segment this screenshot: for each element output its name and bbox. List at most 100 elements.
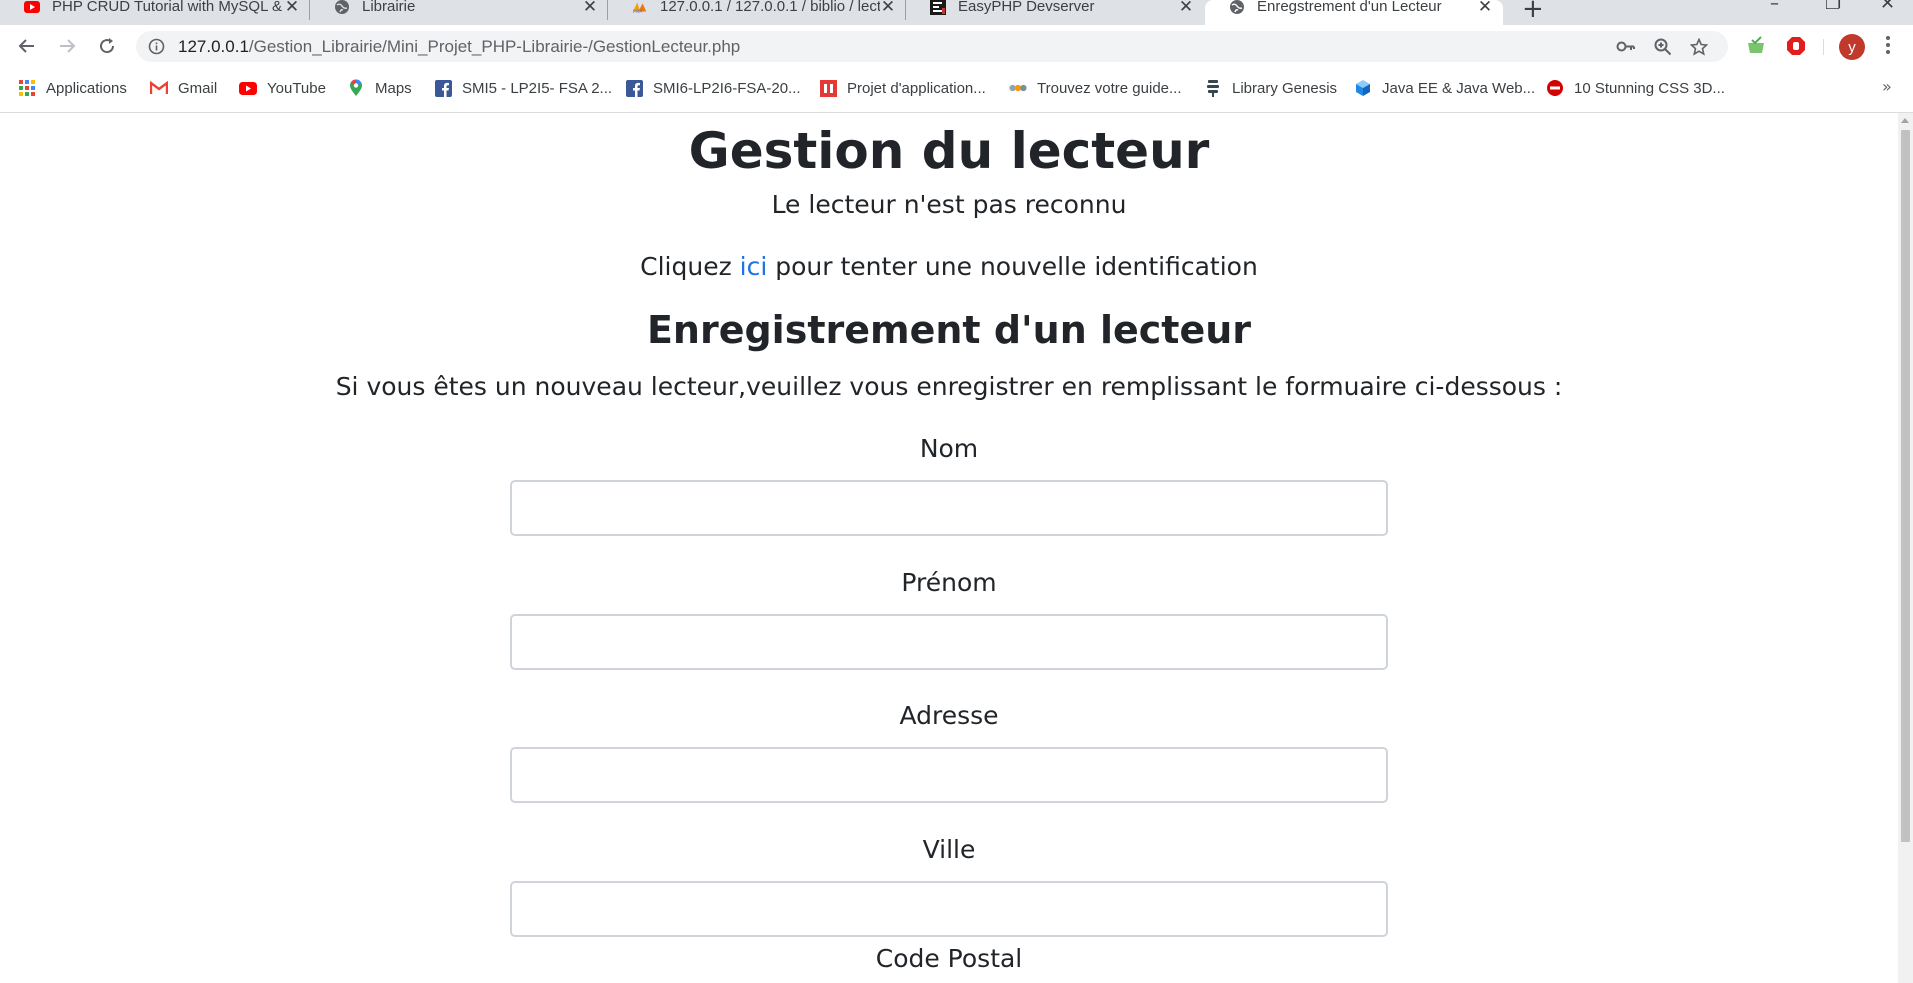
ville-label: Ville: [922, 835, 976, 864]
bookmark-css3d[interactable]: 10 Stunning CSS 3D...: [1546, 79, 1725, 97]
bookmark-projet[interactable]: Projet d'application...: [819, 79, 986, 97]
address-bar[interactable]: 127.0.0.1/Gestion_Librairie/Mini_Projet_…: [136, 31, 1728, 62]
bookmark-label: Maps: [375, 79, 412, 97]
zoom-icon[interactable]: [1654, 38, 1672, 60]
tab-librairie[interactable]: Librairie ✕: [310, 0, 608, 25]
url-text[interactable]: 127.0.0.1/Gestion_Librairie/Mini_Projet_…: [178, 37, 740, 57]
tab-title: Enregstrement d'un Lecteur: [1257, 0, 1442, 15]
tab-easyphp[interactable]: EasyPHP Devserver ✕: [906, 0, 1204, 25]
bookmarks-overflow-button[interactable]: »: [1882, 77, 1892, 96]
back-arrow-icon: [18, 39, 34, 53]
key-icon[interactable]: [1616, 38, 1636, 59]
bookmark-label: Java EE & Java Web...: [1382, 79, 1536, 97]
youtube-icon: [24, 0, 40, 15]
profile-avatar[interactable]: y: [1839, 34, 1865, 60]
extension-inbox-icon[interactable]: [1746, 36, 1766, 58]
tab-title: 127.0.0.1 / 127.0.0.1 / biblio / lect: [660, 0, 880, 15]
maps-icon: [347, 79, 365, 97]
prenom-input[interactable]: [510, 614, 1388, 670]
bookmark-smi6[interactable]: SMI6-LP2I6-FSA-20...: [625, 79, 801, 97]
prenom-label: Prénom: [901, 568, 997, 597]
forward-button[interactable]: [54, 33, 80, 59]
bookmark-smi5[interactable]: SMI5 - LP2I5- FSA 2...: [434, 79, 612, 97]
restore-icon[interactable]: ❐: [1825, 0, 1841, 14]
page-content: Gestion du lecteur Le lecteur n'est pas …: [0, 113, 1898, 983]
page-scrollbar[interactable]: [1898, 113, 1913, 983]
easyphp-icon: [930, 0, 946, 15]
facebook-icon: [625, 79, 643, 97]
info-icon[interactable]: [148, 38, 165, 59]
tab-title: Librairie: [362, 0, 416, 15]
back-button[interactable]: [14, 33, 40, 59]
library-genesis-icon: [1204, 79, 1222, 97]
tab-phpmyadmin[interactable]: PMA 127.0.0.1 / 127.0.0.1 / biblio / lec…: [608, 0, 906, 25]
bookmark-label: Gmail: [178, 79, 218, 97]
register-title: Enregistrement d'un lecteur: [646, 308, 1252, 352]
youtube-icon: [239, 79, 257, 97]
projet-icon: [819, 79, 837, 97]
bookmark-gmail[interactable]: Gmail: [150, 79, 217, 97]
bookmark-library-genesis[interactable]: Library Genesis: [1204, 79, 1337, 97]
window-close-icon[interactable]: ✕: [1880, 0, 1895, 14]
apps-grid-icon: [18, 79, 36, 97]
bookmark-maps[interactable]: Maps: [347, 79, 412, 97]
close-icon[interactable]: ✕: [284, 0, 300, 17]
forward-arrow-icon: [60, 39, 76, 53]
svg-text:PMA: PMA: [633, 9, 643, 14]
bookmark-youtube[interactable]: YouTube: [239, 79, 326, 97]
nom-label: Nom: [919, 434, 979, 463]
phpmyadmin-icon: PMA: [632, 0, 648, 15]
code-postal-label: Code Postal: [875, 944, 1023, 973]
scroll-up-arrow-icon[interactable]: [1901, 118, 1909, 123]
close-icon[interactable]: ✕: [880, 0, 896, 17]
star-bookmark-icon[interactable]: [1689, 37, 1709, 60]
tab-title: PHP CRUD Tutorial with MySQL &: [52, 0, 283, 15]
retry-prefix: Cliquez: [640, 252, 740, 281]
gmail-icon: [150, 79, 168, 97]
browser-toolbar: 127.0.0.1/Gestion_Librairie/Mini_Projet_…: [0, 25, 1913, 67]
url-host: 127.0.0.1: [178, 37, 249, 56]
bookmarks-bar: Applications Gmail YouTube Maps SMI5 - L…: [0, 67, 1913, 113]
globe-icon: [1229, 0, 1245, 15]
bookmark-label: Projet d'application...: [847, 79, 986, 97]
page-title: Gestion du lecteur: [688, 122, 1210, 180]
tab-php-crud[interactable]: PHP CRUD Tutorial with MySQL & ✕: [0, 0, 310, 25]
reload-icon: [100, 38, 115, 54]
bookmark-label: Library Genesis: [1232, 79, 1338, 97]
bookmark-label: YouTube: [267, 79, 326, 97]
adresse-input[interactable]: [510, 747, 1388, 803]
close-icon[interactable]: ✕: [1178, 0, 1194, 17]
scrollbar-thumb[interactable]: [1901, 130, 1910, 842]
tab-strip: PHP CRUD Tutorial with MySQL & ✕ Librair…: [0, 0, 1913, 25]
bookmark-java-ee[interactable]: Java EE & Java Web...: [1354, 79, 1535, 97]
adresse-label: Adresse: [899, 701, 999, 730]
globe-icon: [334, 0, 350, 15]
bookmark-guide[interactable]: Trouvez votre guide...: [1009, 79, 1182, 97]
retry-link[interactable]: ici: [740, 252, 768, 281]
tab-enregistrement[interactable]: Enregstrement d'un Lecteur ✕: [1205, 0, 1503, 25]
close-icon[interactable]: ✕: [1477, 0, 1493, 17]
adblock-icon[interactable]: [1786, 36, 1806, 60]
url-path: /Gestion_Librairie/Mini_Projet_PHP-Libra…: [248, 37, 741, 56]
minimize-icon[interactable]: –: [1770, 0, 1779, 14]
nom-input[interactable]: [510, 480, 1388, 536]
status-message: Le lecteur n'est pas reconnu: [771, 190, 1127, 219]
java-cube-icon: [1354, 79, 1372, 97]
bookmark-label: Applications: [46, 79, 127, 97]
menu-kebab-icon[interactable]: [1886, 36, 1890, 57]
bookmark-label: 10 Stunning CSS 3D...: [1574, 79, 1725, 97]
stop-sign-icon: [1546, 79, 1564, 97]
facebook-icon: [434, 79, 452, 97]
register-intro: Si vous êtes un nouveau lecteur,veuillez…: [335, 372, 1563, 401]
bookmark-label: SMI6-LP2I6-FSA-20...: [653, 79, 801, 97]
ville-input[interactable]: [510, 881, 1388, 937]
bookmark-applications[interactable]: Applications: [18, 79, 127, 97]
close-icon[interactable]: ✕: [582, 0, 598, 17]
bookmark-label: Trouvez votre guide...: [1037, 79, 1182, 97]
bookmark-label: SMI5 - LP2I5- FSA 2...: [462, 79, 613, 97]
new-tab-button[interactable]: +: [1522, 0, 1544, 24]
reload-button[interactable]: [94, 33, 120, 59]
retry-suffix: pour tenter une nouvelle identification: [767, 252, 1258, 281]
retry-paragraph: Cliquez ici pour tenter une nouvelle ide…: [0, 252, 1898, 281]
tab-title: EasyPHP Devserver: [958, 0, 1095, 15]
